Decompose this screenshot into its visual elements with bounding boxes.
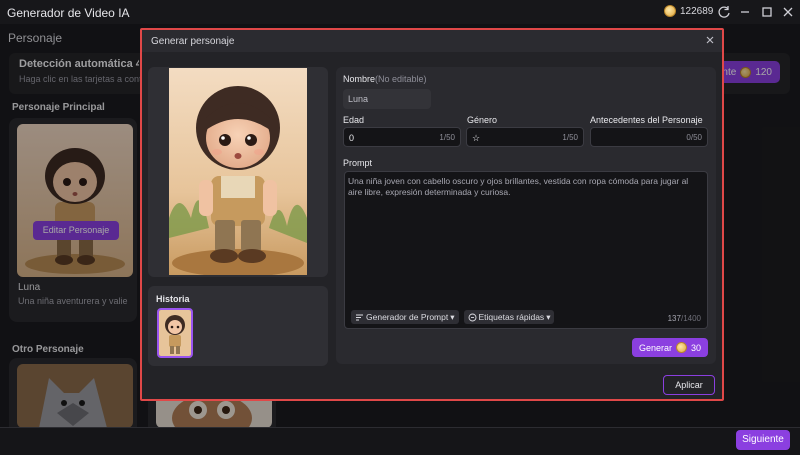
bottom-bar [0,427,800,455]
generate-character-dialog: Generar personaje Historia Nombre(No edi… [140,28,724,401]
dialog-title: Generar personaje [151,36,235,47]
background-label: Antecedentes del Personaje [590,115,703,125]
age-input[interactable]: 0 1/50 [343,127,461,147]
prompt-label: Prompt [343,158,373,168]
quick-tags-button[interactable]: Etiquetas rápidas ▾ [463,310,555,324]
prompt-generator-icon [356,314,363,320]
gender-label: Género [467,115,498,125]
name-field: Luna [343,89,431,109]
chevron-down-icon: ▾ [546,312,551,322]
age-char-count: 1/50 [439,133,455,142]
maximize-icon[interactable] [759,4,775,20]
prompt-char-count: 137/1400 [668,314,701,323]
title-bar: Generador de Video IA 122689 [0,0,800,24]
next-button[interactable]: Siguiente [736,430,790,450]
background-input[interactable]: 0/50 [590,127,708,147]
close-window-icon[interactable] [780,4,796,20]
prompt-text: Una niña joven con cabello oscuro y ojos… [348,176,689,197]
name-value: Luna [348,94,369,104]
prompt-count-max: /1400 [680,314,701,323]
dialog-header: Generar personaje [142,30,722,52]
generate-label: Generar [638,342,672,353]
gender-value: ☆ [472,133,481,143]
gender-input[interactable]: ☆ 1/50 [466,127,584,147]
character-form: Nombre(No editable) Luna Edad 0 1/50 Gén… [336,67,716,364]
coin-icon [676,342,687,353]
prompt-generator-label: Generador de Prompt [366,312,449,322]
prompt-generator-button[interactable]: Generador de Prompt ▾ [351,310,459,324]
tag-icon [468,313,476,321]
generate-button[interactable]: Generar 30 [632,338,708,357]
close-icon[interactable] [703,33,717,47]
credits-display[interactable]: 122689 [664,5,713,17]
quick-tags-label: Etiquetas rápidas [478,312,545,322]
history-item[interactable] [157,308,193,358]
prompt-toolbar: Generador de Prompt ▾ Etiquetas rápidas … [351,310,555,324]
name-label-text: Nombre [343,74,376,84]
preview-panel [148,67,328,277]
chevron-down-icon: ▾ [450,312,455,322]
credits-value: 122689 [680,5,714,17]
age-label: Edad [343,115,365,125]
gender-char-count: 1/50 [562,133,578,142]
prompt-count-value: 137 [667,314,681,323]
age-value: 0 [349,133,355,143]
background-char-count: 0/50 [686,133,702,142]
prompt-textarea[interactable]: Una niña joven con cabello oscuro y ojos… [344,171,708,329]
coin-icon [664,5,676,17]
minimize-icon[interactable] [737,4,753,20]
app-title: Generador de Video IA [7,6,130,20]
character-preview-image [169,68,307,275]
refresh-icon[interactable] [716,4,732,20]
history-heading: Historia [156,294,190,304]
history-panel: Historia [148,286,328,366]
generate-cost: 30 [691,342,702,353]
name-label: Nombre(No editable) [343,74,427,84]
name-not-editable-note: (No editable) [375,74,427,84]
apply-button[interactable]: Aplicar [663,375,715,395]
